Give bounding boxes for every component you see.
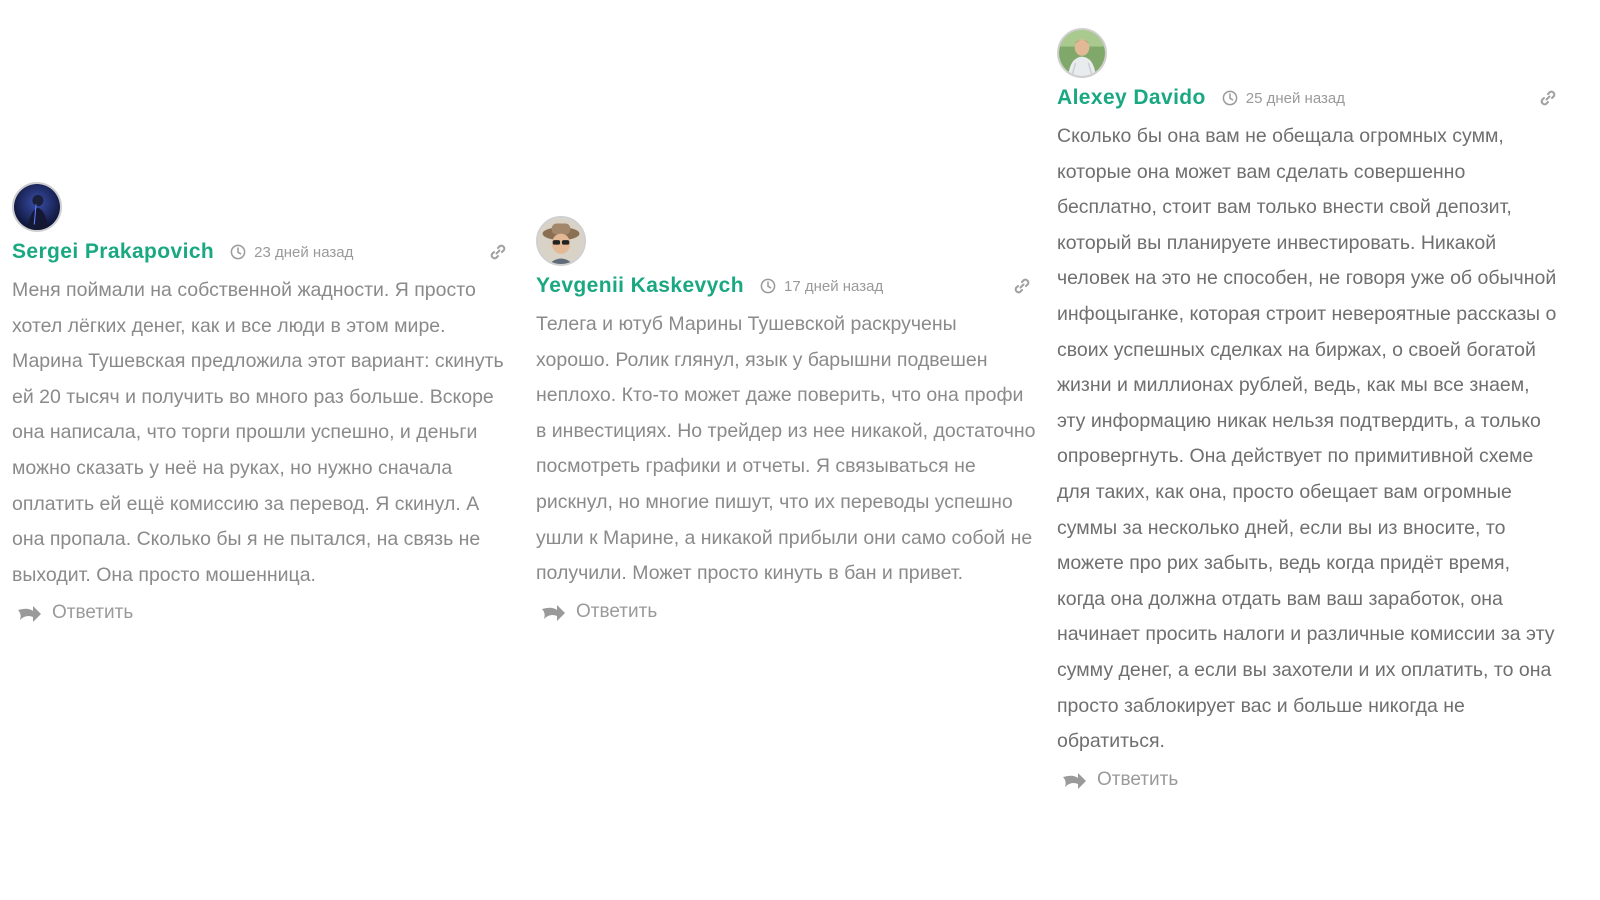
clock-icon [760, 278, 776, 294]
reply-label: Ответить [1097, 768, 1179, 790]
link-icon[interactable] [488, 242, 508, 262]
comments-page: Sergei Prakapovich 23 дней назад Меня по… [0, 0, 1600, 900]
comment-meta: Yevgenii Kaskevych 17 дней назад [536, 273, 1036, 299]
comment-text: Телега и ютуб Марины Тушевской раскручен… [536, 313, 1036, 585]
reply-button[interactable]: Ответить [1061, 769, 1178, 791]
reply-arrow-icon [542, 604, 565, 621]
timestamp-text: 25 дней назад [1245, 89, 1345, 107]
link-icon[interactable] [1012, 276, 1032, 296]
reply-label: Ответить [576, 600, 658, 622]
reply-button[interactable]: Ответить [540, 601, 657, 623]
comment-text: Сколько бы она вам не обещала огромных с… [1057, 125, 1557, 753]
avatar[interactable] [536, 216, 586, 266]
comment-card: Yevgenii Kaskevych 17 дней назад Телега … [536, 216, 1036, 628]
author-name[interactable]: Sergei Prakapovich [12, 240, 214, 264]
reply-arrow-icon [1063, 772, 1086, 789]
timestamp: 23 дней назад [230, 244, 353, 261]
author-name[interactable]: Yevgenii Kaskevych [536, 274, 744, 298]
avatar[interactable] [12, 182, 62, 232]
reply-button[interactable]: Ответить [16, 602, 133, 624]
timestamp: 25 дней назад [1222, 90, 1345, 107]
clock-icon [230, 244, 246, 260]
avatar[interactable] [1057, 28, 1107, 78]
timestamp-text: 23 дней назад [254, 243, 354, 261]
author-name[interactable]: Alexey Davido [1057, 86, 1206, 110]
reply-label: Ответить [52, 602, 134, 624]
clock-icon [1222, 90, 1238, 106]
timestamp-text: 17 дней назад [784, 277, 884, 295]
comment-card: Sergei Prakapovich 23 дней назад Меня по… [12, 182, 512, 629]
comment-meta: Sergei Prakapovich 23 дней назад [12, 239, 512, 265]
comment-text: Меня поймали на собственной жадности. Я … [12, 279, 504, 586]
timestamp: 17 дней назад [760, 278, 883, 295]
reply-arrow-icon [18, 606, 41, 623]
link-icon[interactable] [1538, 88, 1558, 108]
comment-card: Alexey Davido 25 дней назад Сколько бы о… [1057, 28, 1562, 796]
comment-meta: Alexey Davido 25 дней назад [1057, 85, 1562, 111]
